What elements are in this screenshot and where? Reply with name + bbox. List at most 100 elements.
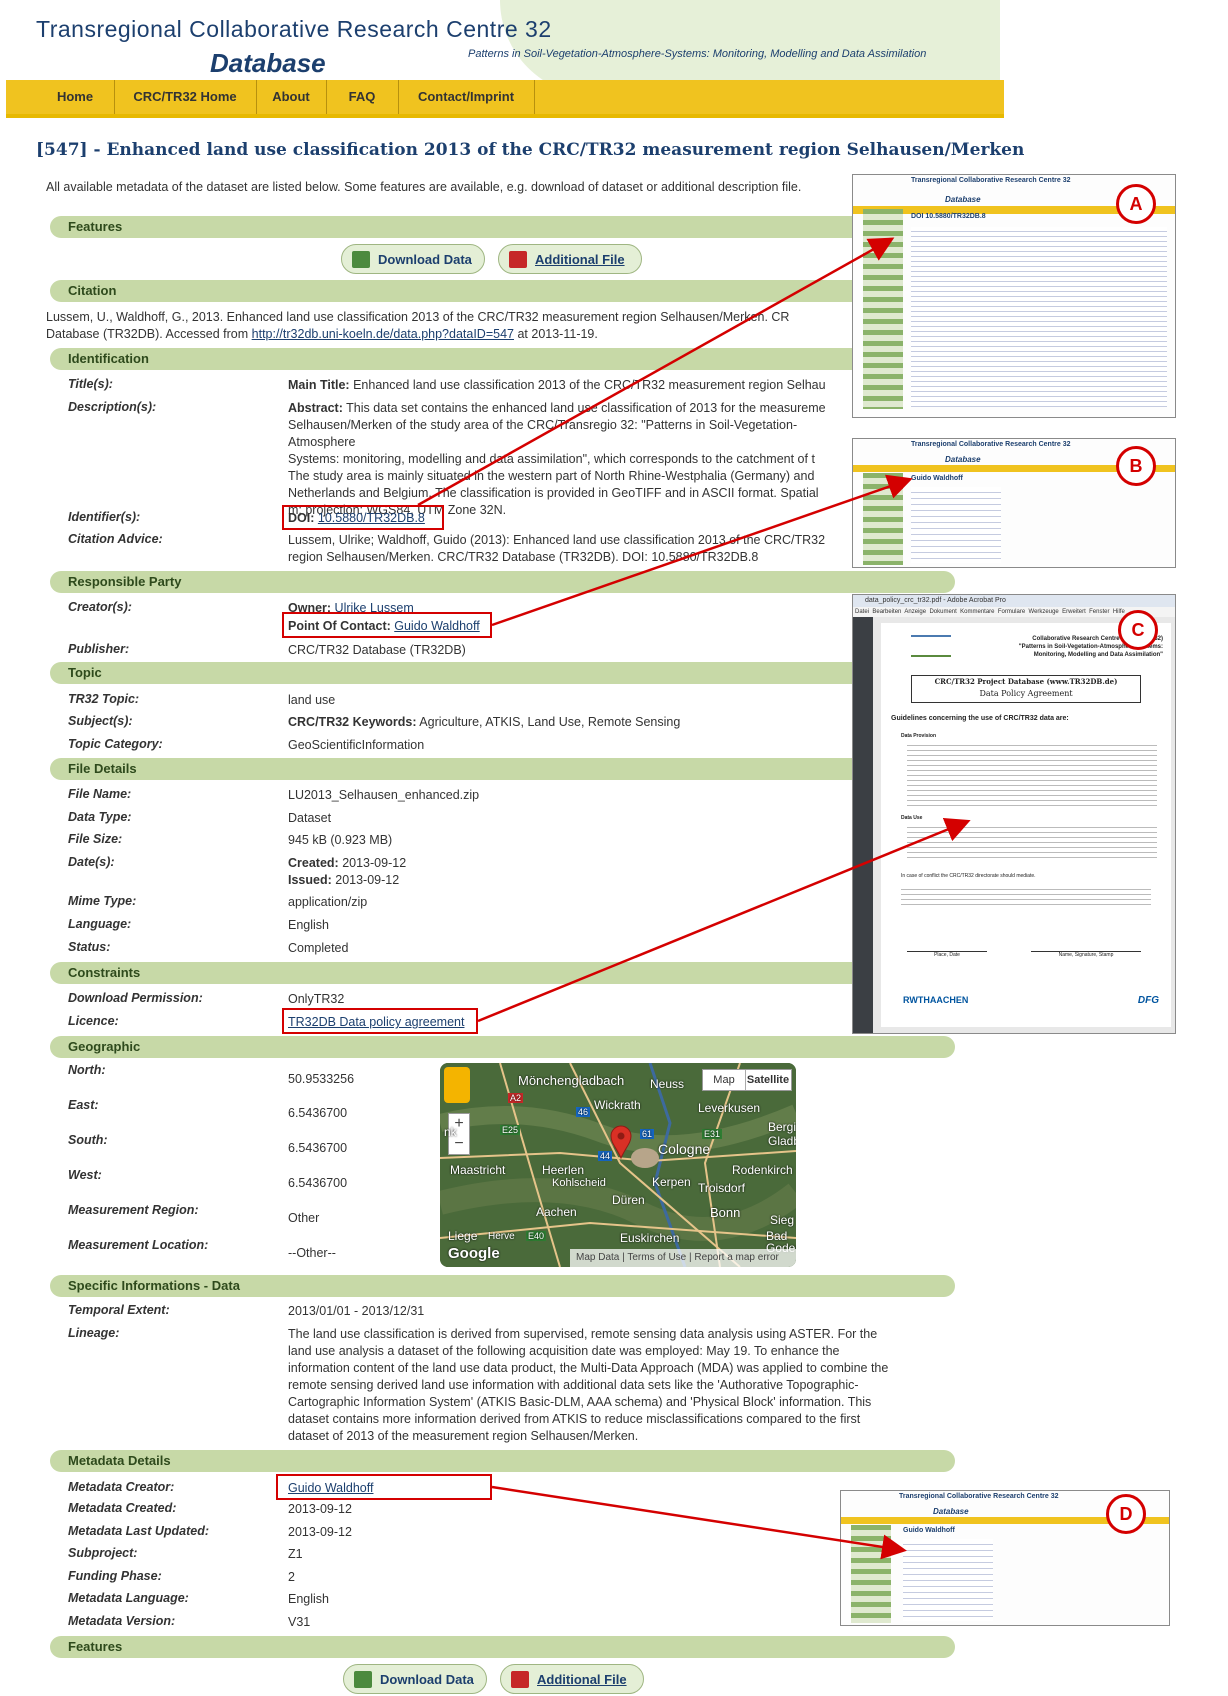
section-constraints: Constraints xyxy=(50,962,955,984)
pdf-signature-line: Name, Signature, Stamp xyxy=(1031,951,1141,958)
map-report-link[interactable]: Report a map error xyxy=(694,1252,778,1263)
value-west: 6.5436700 xyxy=(288,1176,348,1190)
map-place-label: Kohlscheid xyxy=(552,1177,606,1189)
map-data-link[interactable]: Map Data xyxy=(576,1252,619,1263)
map-place-label: nk xyxy=(444,1125,457,1139)
site-subtitle: Patterns in Soil-Vegetation-Atmosphere-S… xyxy=(468,48,927,60)
value-temporal-extent: 2013/01/01 - 2013/12/31 xyxy=(288,1304,425,1318)
label-measurement-location: Measurement Location: xyxy=(68,1238,209,1252)
value-file-name: LU2013_Selhausen_enhanced.zip xyxy=(288,788,480,802)
value-file-size: 945 kB (0.923 MB) xyxy=(288,833,393,847)
mini-contact-name: Guido Waldhoff xyxy=(911,475,963,482)
map-place-label: Mönchengladbach xyxy=(518,1073,625,1088)
additional-file-button[interactable]: Additional File xyxy=(498,244,642,274)
save-icon xyxy=(354,1671,372,1688)
map-type-map[interactable]: Map xyxy=(703,1070,746,1090)
value-citation-advice: Lussem, Ulrike; Waldhoff, Guido (2013): … xyxy=(288,532,848,566)
highlight-licence xyxy=(282,1008,478,1034)
label-dates: Date(s): xyxy=(68,855,115,869)
value-download-permission: OnlyTR32 xyxy=(288,992,345,1006)
site-title: Transregional Collaborative Research Cen… xyxy=(36,16,552,42)
issued-prefix: Issued: xyxy=(288,873,332,887)
map-place-label: Troisdorf xyxy=(698,1181,745,1195)
map-place-label: Heerlen xyxy=(542,1163,585,1177)
additional-file-button-bottom[interactable]: Additional File xyxy=(500,1664,644,1694)
value-metadata-language: English xyxy=(288,1592,329,1606)
label-citation-advice: Citation Advice: xyxy=(68,532,163,546)
label-data-type: Data Type: xyxy=(68,810,132,824)
subject-prefix: CRC/TR32 Keywords: xyxy=(288,715,417,729)
value-funding-phase: 2 xyxy=(288,1570,295,1584)
map-marker-icon[interactable] xyxy=(610,1125,632,1159)
lineage-line: dataset contains more information derive… xyxy=(288,1412,861,1426)
map-type-satellite[interactable]: Satellite xyxy=(746,1070,790,1090)
section-responsible-party: Responsible Party xyxy=(50,571,955,593)
additional-label: Additional File xyxy=(535,252,625,267)
map-place-label: Liege xyxy=(448,1229,478,1243)
label-metadata-creator: Metadata Creator: xyxy=(68,1480,175,1494)
road-label: E40 xyxy=(526,1231,547,1241)
map-place-label: Herve xyxy=(488,1231,515,1242)
nav-crc-home[interactable]: CRC/TR32 Home xyxy=(114,80,257,114)
highlight-metadata-creator xyxy=(276,1474,492,1500)
value-language: English xyxy=(288,918,329,932)
map-place-label: Rodenkirch xyxy=(732,1163,793,1177)
label-temporal-extent: Temporal Extent: xyxy=(68,1303,170,1317)
label-title: Title(s): xyxy=(68,377,113,391)
abstract-prefix: Abstract: xyxy=(288,401,343,415)
nav-about[interactable]: About xyxy=(256,80,327,114)
download-data-button[interactable]: Download Data xyxy=(341,244,485,274)
value-subproject: Z1 xyxy=(288,1547,303,1561)
label-identifier: Identifier(s): xyxy=(68,510,141,524)
pdf-title-line: CRC/TR32 Project Database (www.TR32DB.de… xyxy=(934,677,1118,686)
callout-badge-b: B xyxy=(1116,446,1156,486)
mini-content xyxy=(903,1539,993,1621)
value-north: 50.9533256 xyxy=(288,1072,355,1086)
pegman-icon[interactable] xyxy=(444,1067,470,1103)
label-lineage: Lineage: xyxy=(68,1326,120,1340)
abstract-line: Selhausen/Merken of the study area of th… xyxy=(288,418,798,449)
pdf-place-date: Place, Date xyxy=(907,951,987,958)
map-place-label: Wickrath xyxy=(594,1098,641,1112)
pdf-menu-item: Werkzeuge xyxy=(1028,609,1059,615)
download-data-button-bottom[interactable]: Download Data xyxy=(343,1664,487,1694)
value-tr32-topic: land use xyxy=(288,693,336,707)
section-geographic: Geographic xyxy=(50,1036,955,1058)
download-label: Download Data xyxy=(378,252,472,267)
label-download-permission: Download Permission: xyxy=(68,991,203,1005)
label-metadata-created: Metadata Created: xyxy=(68,1501,177,1515)
label-description: Description(s): xyxy=(68,400,157,414)
road-label: A2 xyxy=(508,1093,524,1103)
pdf-conflict-text: In case of conflict the CRC/TR32 directo… xyxy=(901,873,1036,879)
pdf-guidelines-heading: Guidelines concerning the use of CRC/TR3… xyxy=(891,715,1069,722)
map-place-label: Neuss xyxy=(650,1077,685,1091)
database-title: Database xyxy=(210,48,326,78)
citation-accessed: at 2013-11-19. xyxy=(514,327,598,341)
citation-advice-line: Lussem, Ulrike; Waldhoff, Guido (2013): … xyxy=(288,533,826,547)
citation-url-link[interactable]: http://tr32db.uni-koeln.de/data.php?data… xyxy=(252,327,514,341)
lineage-line: remote sensing derived land use informat… xyxy=(288,1378,859,1392)
additional-label: Additional File xyxy=(537,1672,627,1687)
map-place-label: Maastricht xyxy=(450,1163,506,1177)
value-topic-category: GeoScientificInformation xyxy=(288,738,425,752)
pdf-menu-item: Anzeige xyxy=(904,609,927,615)
abstract-line: Systems: monitoring, modelling and data … xyxy=(288,452,815,466)
mini-content xyxy=(911,227,1167,407)
issued-date: 2013-09-12 xyxy=(335,873,400,887)
pdf-provision-text xyxy=(907,741,1157,809)
location-map[interactable]: + − Map Satellite Mönchengladbach Neuss W… xyxy=(440,1063,796,1267)
nav-contact[interactable]: Contact/Imprint xyxy=(398,80,535,114)
value-dates: Created: 2013-09-12 Issued: 2013-09-12 xyxy=(288,855,848,889)
nav-faq[interactable]: FAQ xyxy=(326,80,399,114)
created-prefix: Created: xyxy=(288,856,339,870)
road-label: 46 xyxy=(576,1107,591,1117)
value-south: 6.5436700 xyxy=(288,1141,348,1155)
nav-home[interactable]: Home xyxy=(36,80,115,114)
mini-sidebar xyxy=(863,209,903,409)
pdf-org-line: Monitoring, Modelling and Data Assimilat… xyxy=(1033,652,1163,658)
citation-text: Lussem, U., Waldhoff, G., 2013. Enhanced… xyxy=(46,309,856,343)
mini-contact-name: Guido Waldhoff xyxy=(903,1527,955,1534)
pdf-use-text xyxy=(907,823,1157,861)
value-data-type: Dataset xyxy=(288,811,332,825)
map-terms-link[interactable]: Terms of Use xyxy=(627,1252,686,1263)
